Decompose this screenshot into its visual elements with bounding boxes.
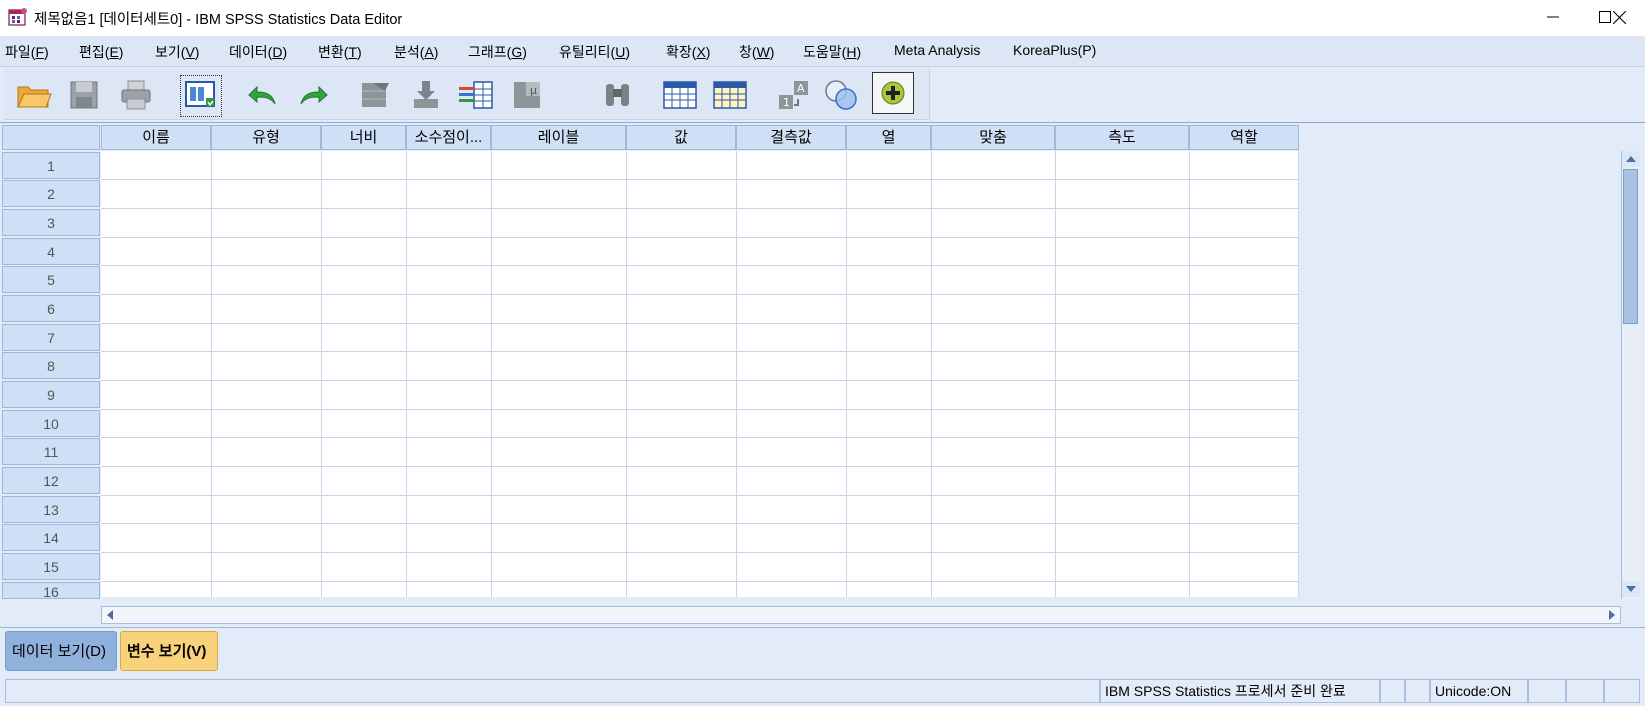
vertical-scrollbar[interactable]	[1621, 151, 1640, 599]
column-header-values[interactable]: 값	[626, 125, 736, 150]
row-header[interactable]: 15	[2, 553, 100, 580]
variables-icon[interactable]	[456, 75, 496, 115]
svg-text:A: A	[797, 82, 805, 95]
status-slot	[1380, 679, 1405, 703]
status-unicode: Unicode:ON	[1430, 679, 1528, 703]
column-header-type[interactable]: 유형	[211, 125, 321, 150]
row-header[interactable]: 9	[2, 381, 100, 408]
horizontal-scrollbar[interactable]	[101, 606, 1621, 624]
row-header[interactable]: 7	[2, 324, 100, 351]
row-header[interactable]: 11	[2, 438, 100, 465]
column-header-role[interactable]: 역할	[1189, 125, 1299, 150]
menu-utilities[interactable]: 유틸리티(U)	[559, 42, 630, 62]
menu-graphs[interactable]: 그래프(G)	[468, 42, 527, 62]
row-header[interactable]: 14	[2, 524, 100, 551]
menu-analyze[interactable]: 분석(A)	[394, 42, 438, 62]
status-processor: IBM SPSS Statistics 프로세서 준비 완료	[1100, 679, 1380, 703]
save-icon[interactable]	[64, 75, 104, 115]
tab-variable-view[interactable]: 변수 보기(V)	[120, 631, 218, 671]
goto-case-icon[interactable]	[356, 75, 396, 115]
column-header-measure[interactable]: 측도	[1055, 125, 1189, 150]
menu-file[interactable]: 파일(F)	[5, 42, 49, 62]
grid-cells[interactable]	[101, 151, 1299, 597]
grid-corner[interactable]	[2, 125, 100, 150]
menu-data[interactable]: 데이터(D)	[229, 42, 287, 62]
open-folder-icon[interactable]	[14, 75, 54, 115]
window-title: 제목없음1 [데이터세트0] - IBM SPSS Statistics Dat…	[34, 12, 403, 28]
use-sets-icon[interactable]	[822, 75, 862, 115]
binoculars-icon[interactable]	[598, 75, 638, 115]
print-icon[interactable]	[116, 75, 156, 115]
add-extension-icon[interactable]	[872, 72, 914, 114]
status-slot	[1604, 679, 1640, 703]
redo-icon[interactable]	[294, 75, 334, 115]
row-header[interactable]: 2	[2, 180, 100, 207]
value-labels-icon[interactable]: A1	[774, 75, 814, 115]
column-header-width[interactable]: 너비	[321, 125, 406, 150]
tab-data-view[interactable]: 데이터 보기(D)	[5, 631, 117, 671]
undo-icon[interactable]	[242, 75, 282, 115]
title-bar: 제목없음1 [데이터세트0] - IBM SPSS Statistics Dat…	[0, 0, 1645, 34]
svg-text:1: 1	[783, 96, 790, 109]
close-button[interactable]	[1593, 0, 1645, 34]
menu-view[interactable]: 보기(V)	[155, 42, 199, 62]
row-header[interactable]: 3	[2, 209, 100, 236]
menu-help[interactable]: 도움말(H)	[803, 42, 861, 62]
column-header-missing[interactable]: 결측값	[736, 125, 846, 150]
menu-window[interactable]: 창(W)	[739, 42, 774, 62]
scroll-up-arrow-icon[interactable]	[1622, 151, 1640, 167]
scroll-down-arrow-icon[interactable]	[1622, 581, 1640, 597]
scroll-right-arrow-icon[interactable]	[1604, 607, 1620, 623]
row-header[interactable]: 13	[2, 496, 100, 523]
row-header[interactable]: 5	[2, 266, 100, 293]
row-header[interactable]: 10	[2, 410, 100, 437]
goto-variable-icon[interactable]	[406, 75, 446, 115]
insert-variable-icon[interactable]	[710, 75, 750, 115]
menu-koreaplus[interactable]: KoreaPlus(P)	[1013, 42, 1096, 58]
svg-text:μ: μ	[530, 84, 537, 97]
status-slot	[1566, 679, 1604, 703]
find-icon[interactable]: μ	[510, 75, 550, 115]
status-message	[5, 679, 1100, 703]
close-icon	[1612, 10, 1626, 24]
row-header[interactable]: 8	[2, 352, 100, 379]
variable-view-grid: 이름 유형 너비 소수점이... 레이블 값 결측값 열 맞춤 측도 역할 1 …	[0, 122, 1645, 628]
row-header[interactable]: 16	[2, 582, 100, 599]
row-header[interactable]: 4	[2, 238, 100, 265]
column-header-name[interactable]: 이름	[101, 125, 211, 150]
insert-cases-icon[interactable]	[660, 75, 700, 115]
dialog-recall-icon[interactable]	[180, 75, 222, 117]
view-tab-bar: 데이터 보기(D) 변수 보기(V)	[0, 627, 1645, 676]
status-slot	[1405, 679, 1430, 703]
column-header-align[interactable]: 맞춤	[931, 125, 1055, 150]
scroll-left-arrow-icon[interactable]	[102, 607, 118, 623]
column-header-decimals[interactable]: 소수점이...	[406, 125, 491, 150]
menu-bar: 파일(F) 편집(E) 보기(V) 데이터(D) 변환(T) 분석(A) 그래프…	[0, 36, 1645, 67]
status-slot	[1528, 679, 1566, 703]
status-bar: IBM SPSS Statistics 프로세서 준비 완료 Unicode:O…	[0, 676, 1645, 706]
column-header-columns[interactable]: 열	[846, 125, 931, 150]
row-header[interactable]: 12	[2, 467, 100, 494]
menu-extensions[interactable]: 확장(X)	[666, 42, 710, 62]
menu-edit[interactable]: 편집(E)	[79, 42, 123, 62]
menu-transform[interactable]: 변환(T)	[318, 42, 362, 62]
row-header[interactable]: 1	[2, 152, 100, 179]
row-header[interactable]: 6	[2, 295, 100, 322]
column-header-label[interactable]: 레이블	[491, 125, 626, 150]
menu-meta-analysis[interactable]: Meta Analysis	[894, 42, 980, 58]
spss-app-icon[interactable]	[8, 7, 28, 27]
toolbar: μ A1	[0, 67, 1645, 122]
vertical-scroll-thumb[interactable]	[1623, 169, 1638, 324]
